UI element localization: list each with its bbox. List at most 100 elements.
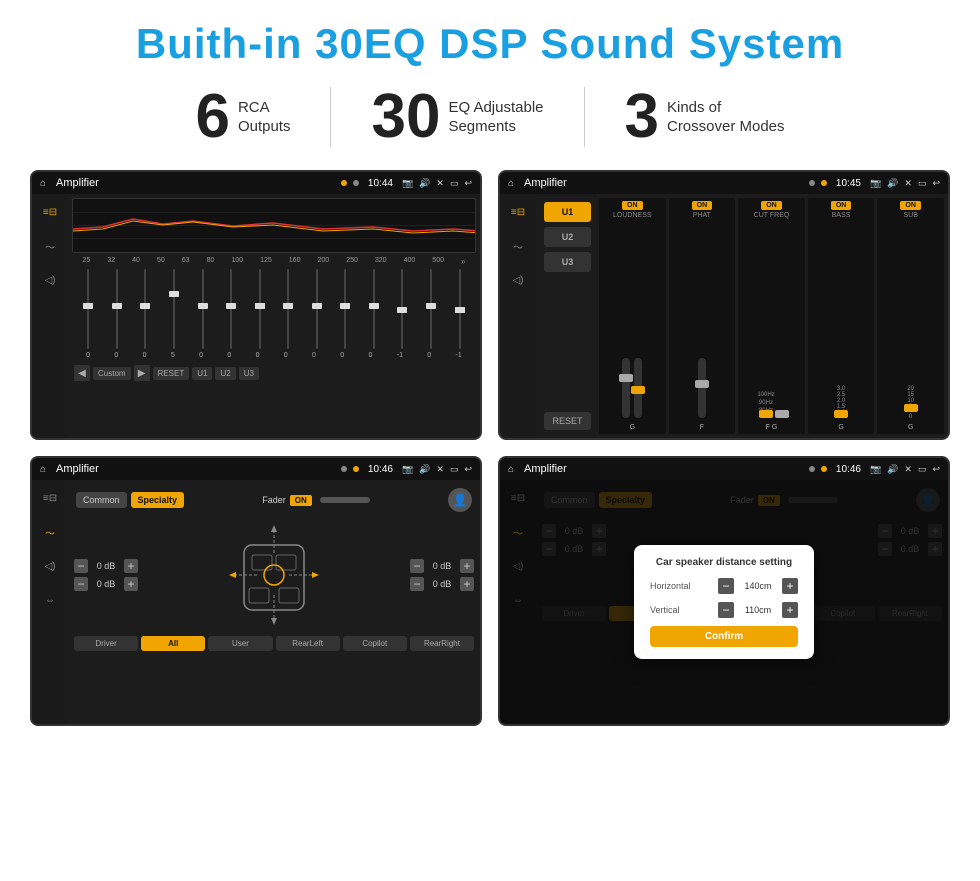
feature-eq: 30 EQ Adjustable Segments bbox=[331, 86, 583, 148]
u2-button[interactable]: U2 bbox=[544, 227, 591, 247]
dialog-minimize-icon[interactable]: ▭ bbox=[918, 464, 927, 475]
eq-slider-12[interactable] bbox=[397, 269, 407, 349]
eq-slider-10[interactable] bbox=[340, 269, 350, 349]
horizontal-row: Horizontal − 140cm + bbox=[650, 578, 798, 594]
home-icon[interactable]: ⌂ bbox=[40, 178, 46, 189]
amp-sidebar-speaker-icon[interactable]: ◁) bbox=[506, 268, 530, 292]
fader-body: − 0 dB + − 0 dB + bbox=[74, 520, 474, 630]
loudness-on[interactable]: ON bbox=[622, 201, 643, 210]
horizontal-plus[interactable]: + bbox=[782, 578, 798, 594]
fader-dot-1 bbox=[341, 466, 347, 472]
amp-close-icon[interactable]: ✕ bbox=[904, 178, 912, 189]
fader-back-icon[interactable]: ↩ bbox=[464, 464, 472, 475]
cutfreq-label: CUT FREQ bbox=[754, 212, 790, 219]
dialog-close-icon[interactable]: ✕ bbox=[904, 464, 912, 475]
u2-btn[interactable]: U2 bbox=[215, 367, 235, 380]
horizontal-minus[interactable]: − bbox=[718, 578, 734, 594]
rearleft-btn[interactable]: RearLeft bbox=[276, 636, 340, 651]
u1-button[interactable]: U1 bbox=[544, 202, 591, 222]
fader-volume-icon: 🔊 bbox=[419, 464, 430, 475]
all-btn[interactable]: All bbox=[141, 636, 205, 651]
eq-slider-8[interactable] bbox=[283, 269, 293, 349]
copilot-btn[interactable]: Copilot bbox=[343, 636, 407, 651]
user-btn[interactable]: User bbox=[208, 636, 272, 651]
fader-sidebar-speaker-icon[interactable]: ◁) bbox=[38, 554, 62, 578]
confirm-button[interactable]: Confirm bbox=[650, 626, 798, 647]
eq-slider-5[interactable] bbox=[198, 269, 208, 349]
dialog-back-icon[interactable]: ↩ bbox=[932, 464, 940, 475]
vertical-plus[interactable]: + bbox=[782, 602, 798, 618]
page-wrapper: Buith-in 30EQ DSP Sound System 6 RCA Out… bbox=[0, 0, 980, 746]
eq-play-btn[interactable]: ▶ bbox=[134, 365, 150, 381]
db-minus-3[interactable]: − bbox=[410, 559, 424, 573]
eq-slider-7[interactable] bbox=[255, 269, 265, 349]
eq-prev-btn[interactable]: ◀ bbox=[74, 365, 90, 381]
eq-number: 30 bbox=[371, 86, 440, 148]
fader-minimize-icon[interactable]: ▭ bbox=[450, 464, 459, 475]
u1-btn[interactable]: U1 bbox=[192, 367, 212, 380]
fader-close-icon[interactable]: ✕ bbox=[436, 464, 444, 475]
vertical-minus[interactable]: − bbox=[718, 602, 734, 618]
sub-on[interactable]: ON bbox=[900, 201, 921, 210]
u3-button[interactable]: U3 bbox=[544, 252, 591, 272]
amp-sidebar-eq-icon[interactable]: ≡⊟ bbox=[506, 200, 530, 224]
rearright-btn[interactable]: RearRight bbox=[410, 636, 474, 651]
sidebar-speaker-icon[interactable]: ◁) bbox=[38, 268, 62, 292]
db-plus-4[interactable]: + bbox=[460, 577, 474, 591]
fader-sidebar-wave-icon[interactable]: 〜 bbox=[38, 520, 62, 544]
specialty-tab[interactable]: Specialty bbox=[131, 492, 185, 508]
bass-on[interactable]: ON bbox=[831, 201, 852, 210]
amp-reset-btn[interactable]: RESET bbox=[544, 412, 591, 430]
home-icon-2[interactable]: ⌂ bbox=[508, 178, 514, 189]
amp-status-bar: ⌂ Amplifier 10:45 📷 🔊 ✕ ▭ ↩ bbox=[500, 172, 948, 194]
eq-slider-13[interactable] bbox=[426, 269, 436, 349]
driver-btn[interactable]: Driver bbox=[74, 636, 138, 651]
home-icon-3[interactable]: ⌂ bbox=[40, 464, 46, 475]
eq-slider-6[interactable] bbox=[226, 269, 236, 349]
fader-sidebar-arrows-icon[interactable]: ⇔ bbox=[38, 588, 62, 612]
sidebar-eq-icon[interactable]: ≡⊟ bbox=[38, 200, 62, 224]
db-plus-1[interactable]: + bbox=[124, 559, 138, 573]
cutfreq-value: F G bbox=[766, 424, 778, 431]
amp-main-content: U1 U2 U3 RESET ON LOUDNESS bbox=[536, 194, 948, 438]
db-minus-2[interactable]: − bbox=[74, 577, 88, 591]
eq-arrow-right[interactable]: » bbox=[461, 257, 465, 266]
person-icon[interactable]: 👤 bbox=[448, 488, 472, 512]
close-icon[interactable]: ✕ bbox=[436, 178, 444, 189]
u3-btn[interactable]: U3 bbox=[239, 367, 259, 380]
amp-sidebar-wave-icon[interactable]: 〜 bbox=[506, 234, 530, 258]
cutfreq-on[interactable]: ON bbox=[761, 201, 782, 210]
fader-sidebar-eq-icon[interactable]: ≡⊟ bbox=[38, 486, 62, 510]
db-plus-3[interactable]: + bbox=[460, 559, 474, 573]
phat-on[interactable]: ON bbox=[692, 201, 713, 210]
cutfreq-channel: ON CUT FREQ 100Hz 90Hz 80Hz bbox=[738, 198, 805, 434]
back-icon[interactable]: ↩ bbox=[464, 178, 472, 189]
db-plus-2[interactable]: + bbox=[124, 577, 138, 591]
dialog-dot-1 bbox=[809, 466, 815, 472]
common-tab[interactable]: Common bbox=[76, 492, 127, 508]
db-minus-1[interactable]: − bbox=[74, 559, 88, 573]
fader-on-btn[interactable]: ON bbox=[290, 495, 312, 506]
amp-left-sidebar: ≡⊟ 〜 ◁) bbox=[500, 194, 536, 438]
amp-time: 10:45 bbox=[836, 178, 861, 189]
crossover-desc: Kinds of Crossover Modes bbox=[667, 98, 785, 137]
amp-back-icon[interactable]: ↩ bbox=[932, 178, 940, 189]
db-value-4: 0 dB bbox=[427, 579, 457, 589]
db-minus-4[interactable]: − bbox=[410, 577, 424, 591]
eq-slider-4[interactable] bbox=[169, 269, 179, 349]
volume-icon: 🔊 bbox=[419, 178, 430, 189]
fader-slider-track[interactable] bbox=[320, 497, 370, 503]
eq-slider-1[interactable] bbox=[83, 269, 93, 349]
eq-slider-3[interactable] bbox=[140, 269, 150, 349]
home-icon-4[interactable]: ⌂ bbox=[508, 464, 514, 475]
eq-slider-9[interactable] bbox=[312, 269, 322, 349]
amp-minimize-icon[interactable]: ▭ bbox=[918, 178, 927, 189]
eq-slider-2[interactable] bbox=[112, 269, 122, 349]
minimize-icon[interactable]: ▭ bbox=[450, 178, 459, 189]
eq-slider-11[interactable] bbox=[369, 269, 379, 349]
fader-top: Common Specialty Fader ON 👤 bbox=[74, 486, 474, 514]
dialog-dot-2 bbox=[821, 466, 827, 472]
reset-btn[interactable]: RESET bbox=[153, 367, 190, 380]
sidebar-wave-icon[interactable]: 〜 bbox=[38, 234, 62, 258]
eq-slider-14[interactable] bbox=[455, 269, 465, 349]
